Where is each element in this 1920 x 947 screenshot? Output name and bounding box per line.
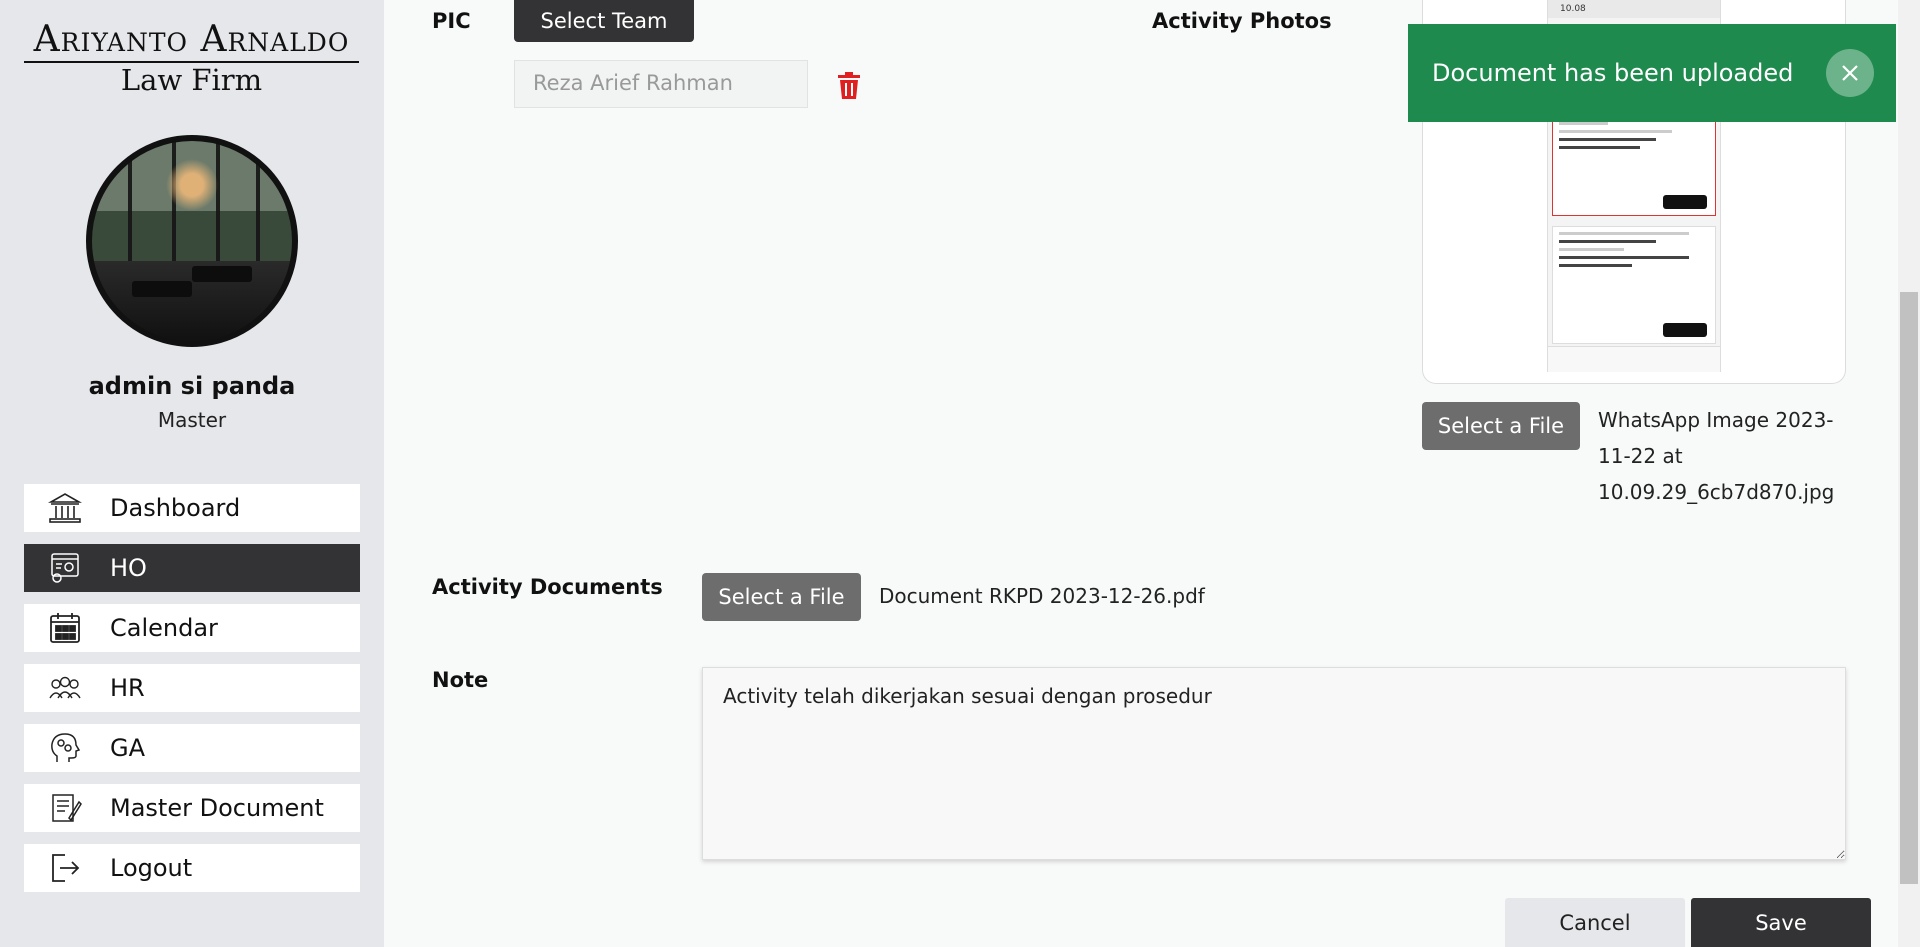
scrollbar-thumb[interactable] [1900, 292, 1918, 884]
toast-message: Document has been uploaded [1432, 59, 1794, 87]
close-icon[interactable] [1826, 49, 1874, 97]
activity-photos-label: Activity Photos [1152, 9, 1332, 33]
calendar-icon [46, 609, 84, 647]
firm-logo: Ariyanto Arnaldo Law Firm [24, 20, 359, 95]
note-textarea[interactable]: Activity telah dikerjakan sesuai dengan … [702, 667, 1846, 860]
sidebar-item-ho[interactable]: HO [24, 544, 360, 592]
sidebar-item-label: Master Document [110, 794, 324, 822]
sidebar-item-calendar[interactable]: Calendar [24, 604, 360, 652]
activity-documents-label: Activity Documents [432, 575, 663, 599]
user-role: Master [157, 408, 227, 432]
logo-line1: Ariyanto Arnaldo [33, 19, 350, 60]
document-select-file-button[interactable]: Select a File [702, 573, 861, 621]
sidebar-item-master-document[interactable]: Master Document [24, 784, 360, 832]
success-toast: Document has been uploaded [1408, 24, 1896, 122]
document-edit-icon [46, 789, 84, 827]
photo-filename: WhatsApp Image 2023-11-22 at 10.09.29_6c… [1598, 408, 1835, 504]
sidebar-nav: Dashboard HO Calendar HR GA Master Docum… [24, 484, 360, 904]
sidebar-item-dashboard[interactable]: Dashboard [24, 484, 360, 532]
select-team-button[interactable]: Select Team [514, 0, 694, 42]
office-settings-icon [46, 549, 84, 587]
head-gears-icon [46, 729, 84, 767]
document-filename: Document RKPD 2023-12-26.pdf [879, 584, 1205, 608]
note-label: Note [432, 668, 489, 692]
user-name: admin si panda [88, 372, 296, 400]
people-icon [46, 669, 84, 707]
sidebar-item-label: HO [110, 554, 147, 582]
photo-select-file-button[interactable]: Select a File [1422, 402, 1580, 450]
sidebar-item-logout[interactable]: Logout [24, 844, 360, 892]
logo-line2: Law Firm [120, 63, 263, 97]
cancel-button[interactable]: Cancel [1505, 898, 1685, 947]
sidebar-item-label: Logout [110, 854, 193, 882]
scrollbar[interactable] [1898, 0, 1920, 947]
activity-form: PIC Select Team Reza Arief Rahman Activi… [384, 0, 1900, 947]
pic-label: PIC [432, 9, 471, 33]
phone-status-bar: 10.08 [1548, 0, 1720, 18]
bank-icon [46, 489, 84, 527]
sidebar-item-label: GA [110, 734, 146, 762]
save-button[interactable]: Save [1691, 898, 1871, 947]
sidebar-item-label: HR [110, 674, 145, 702]
sidebar: Ariyanto Arnaldo Law Firm admin si panda… [0, 0, 384, 947]
trash-icon[interactable] [836, 72, 862, 100]
pic-member-field[interactable]: Reza Arief Rahman [514, 60, 808, 108]
sidebar-item-ga[interactable]: GA [24, 724, 360, 772]
avatar [86, 135, 298, 347]
sidebar-item-label: Dashboard [110, 494, 241, 522]
sidebar-item-label: Calendar [110, 614, 218, 642]
logout-icon [46, 849, 84, 887]
sidebar-item-hr[interactable]: HR [24, 664, 360, 712]
